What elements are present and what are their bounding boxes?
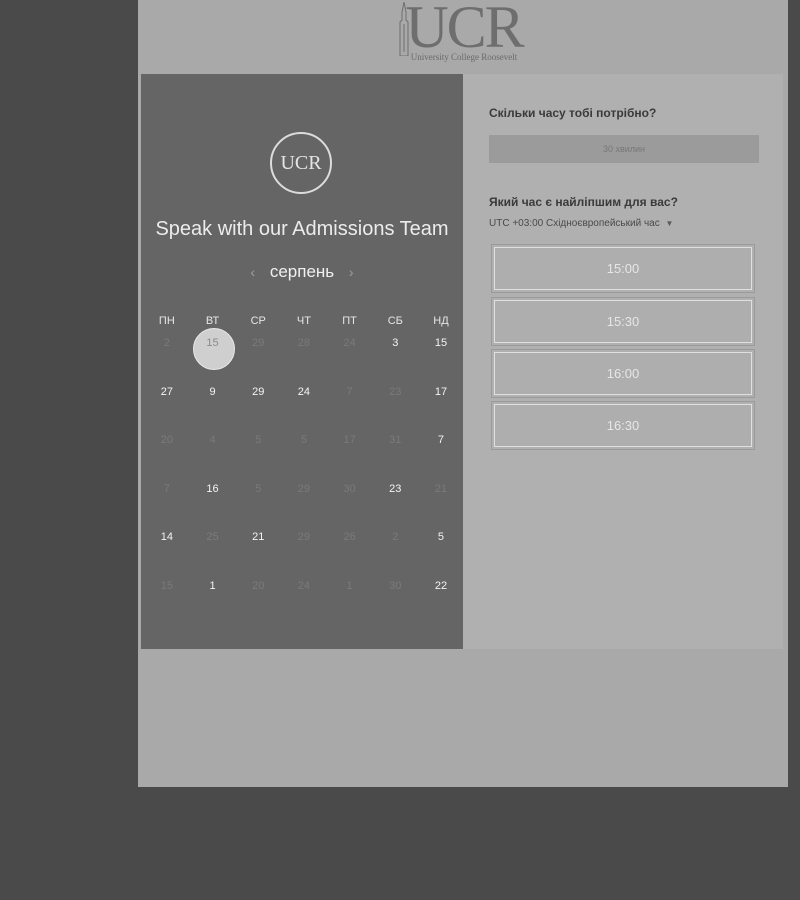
weekday-header: ПН xyxy=(158,315,175,327)
weekday-header: ПТ xyxy=(342,315,357,327)
time-slot-button[interactable]: 15:00 xyxy=(491,244,755,293)
calendar-day[interactable]: 16 xyxy=(190,482,236,531)
calendar-day-selected[interactable]: 15 xyxy=(190,328,236,385)
calendar-grid: ПН ВТ СР ЧТ ПТ СБ НД 2 15 29 28 24 3 15 27 9 29 24 7 23 17 20… xyxy=(144,314,464,628)
chevron-left-icon[interactable]: ‹ xyxy=(250,264,255,280)
calendar-day: 20 xyxy=(252,579,265,592)
calendar-day: 24 xyxy=(343,337,356,349)
time-slot-button[interactable]: 15:30 xyxy=(491,297,755,346)
time-selection-panel: Скільки часу тобі потрібно? 30 хвилин Як… xyxy=(463,74,783,649)
calendar-day: 17 xyxy=(343,434,356,447)
chevron-right-icon[interactable]: › xyxy=(349,264,354,280)
calendar-day[interactable]: 3 xyxy=(372,336,418,385)
tower-icon xyxy=(399,2,409,56)
calendar-day[interactable]: 22 xyxy=(418,579,464,628)
calendar-day[interactable]: 29 xyxy=(235,385,281,434)
weekday-header: ЧТ xyxy=(296,315,311,327)
time-slot-button[interactable]: 16:30 xyxy=(491,401,755,450)
meeting-title: Speak with our Admissions Team xyxy=(155,218,449,240)
calendar-day[interactable]: 5 xyxy=(418,530,464,579)
caret-down-icon: ▼ xyxy=(665,219,674,228)
ucr-circle-logo: UCR xyxy=(270,132,332,194)
calendar-day: 23 xyxy=(389,385,402,398)
calendar-day: 31 xyxy=(389,434,402,447)
calendar-day[interactable]: 9 xyxy=(190,385,236,434)
circle-logo-text: UCR xyxy=(280,152,322,174)
scheduling-widget: UCR Speak with our Admissions Team ‹ сер… xyxy=(141,74,783,649)
logo-wordmark: UCR xyxy=(399,0,525,57)
calendar-day: 2 xyxy=(163,337,170,349)
calendar-day: 24 xyxy=(297,579,311,592)
duration-question: Скільки часу тобі потрібно? xyxy=(489,106,657,120)
month-navigation: ‹ серпень › xyxy=(141,262,463,282)
calendar-day: 25 xyxy=(206,531,219,544)
calendar-day[interactable]: 23 xyxy=(372,482,418,531)
calendar-day: 29 xyxy=(297,482,311,495)
calendar-day: 7 xyxy=(346,385,353,398)
calendar-day: 20 xyxy=(160,434,173,447)
calendar-day: 28 xyxy=(297,337,311,349)
logo-text: UCR xyxy=(405,0,524,60)
calendar-day[interactable]: 17 xyxy=(418,385,464,434)
calendar-day[interactable]: 14 xyxy=(144,530,190,579)
calendar-day: 29 xyxy=(252,337,265,349)
weekday-header: СР xyxy=(250,315,266,327)
calendar-day[interactable]: 15 xyxy=(418,336,464,385)
page-background: UCR University College Roosevelt UCR Spe… xyxy=(138,0,788,787)
ucr-header-logo: UCR University College Roosevelt xyxy=(388,0,540,64)
calendar-day: 4 xyxy=(209,434,216,447)
weekday-header: СБ xyxy=(387,315,403,327)
calendar-day: 7 xyxy=(163,482,170,495)
calendar-day: 5 xyxy=(255,482,262,495)
calendar-day: 30 xyxy=(389,579,402,592)
calendar-day: 5 xyxy=(300,434,307,447)
calendar-day: 1 xyxy=(346,579,353,592)
timezone-selector[interactable]: UTC +03:00 Східноєвропейський час ▼ xyxy=(489,218,673,229)
calendar-day[interactable]: 1 xyxy=(190,579,236,628)
calendar-day: 26 xyxy=(343,531,356,544)
calendar-day[interactable]: 27 xyxy=(144,385,190,434)
calendar-day: 29 xyxy=(297,531,311,544)
calendar-day: 5 xyxy=(255,434,262,447)
calendar-day: 21 xyxy=(434,482,448,495)
calendar-day[interactable]: 21 xyxy=(235,530,281,579)
timezone-label: UTC +03:00 Східноєвропейський час xyxy=(489,218,660,229)
calendar-panel: UCR Speak with our Admissions Team ‹ сер… xyxy=(141,74,463,649)
calendar-day: 2 xyxy=(392,531,399,544)
time-slot-button[interactable]: 16:00 xyxy=(491,349,755,398)
calendar-day[interactable]: 24 xyxy=(281,385,327,434)
calendar-day[interactable]: 7 xyxy=(418,433,464,482)
calendar-day: 30 xyxy=(343,482,356,495)
time-question: Який час є найліпшим для вас? xyxy=(489,195,678,209)
duration-button[interactable]: 30 хвилин xyxy=(489,135,759,163)
month-label: серпень xyxy=(269,262,335,281)
weekday-header: НД xyxy=(433,315,449,327)
calendar-day: 15 xyxy=(160,579,173,592)
